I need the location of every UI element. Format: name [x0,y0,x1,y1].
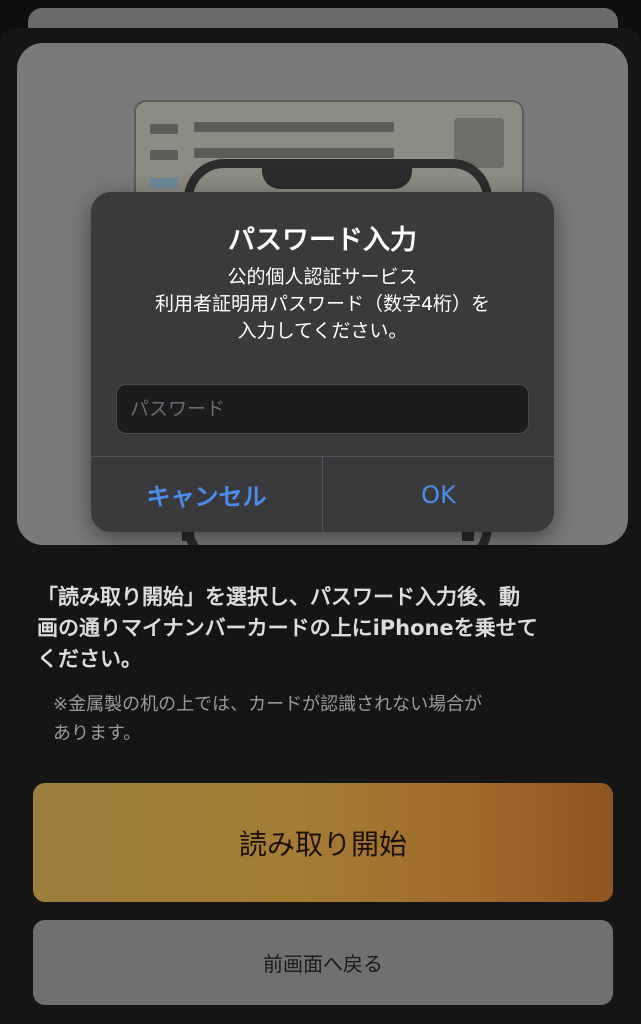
alert-message-line: 利用者証明用パスワード（数字4桁）を [154,293,491,315]
alert-message: 公的個人認証サービス 利用者証明用パスワード（数字4桁）を 入力してください。 [111,264,534,345]
reading-instructions: 「読み取り開始」を選択し、パスワード入力後、動 画の通りマイナンバーカードの上に… [37,582,617,675]
note-line: あります。 [53,723,142,744]
alert-message-line: 公的個人認証サービス [227,266,418,288]
card-detail-line [150,178,178,188]
alert-message-line: 入力してください。 [237,320,408,342]
note-line: ※金属製の机の上では、カードが認識されない場合が [53,694,483,715]
instruction-line: ください。 [37,647,142,671]
card-detail-line [150,150,178,160]
iphone-edge [182,531,194,541]
iphone-notch [262,159,412,189]
back-button[interactable]: 前画面へ戻る [33,920,613,1005]
ok-button[interactable]: OK [323,457,554,532]
metal-desk-note: ※金属製の机の上では、カードが認識されない場合が あります。 [53,690,613,748]
iphone-edge [462,531,474,541]
instruction-line: 画の通りマイナンバーカードの上にiPhoneを乗せて [37,616,538,640]
password-alert-dialog: パスワード入力 公的個人認証サービス 利用者証明用パスワード（数字4桁）を 入力… [91,192,554,532]
card-detail-line [194,148,394,158]
start-reading-button[interactable]: 読み取り開始 [33,783,613,902]
card-detail-line [194,122,394,132]
alert-title: パスワード入力 [228,225,417,256]
password-input[interactable] [116,384,529,434]
card-detail-line [150,124,178,134]
cancel-button[interactable]: キャンセル [91,457,322,532]
instruction-line: 「読み取り開始」を選択し、パスワード入力後、動 [37,585,520,609]
